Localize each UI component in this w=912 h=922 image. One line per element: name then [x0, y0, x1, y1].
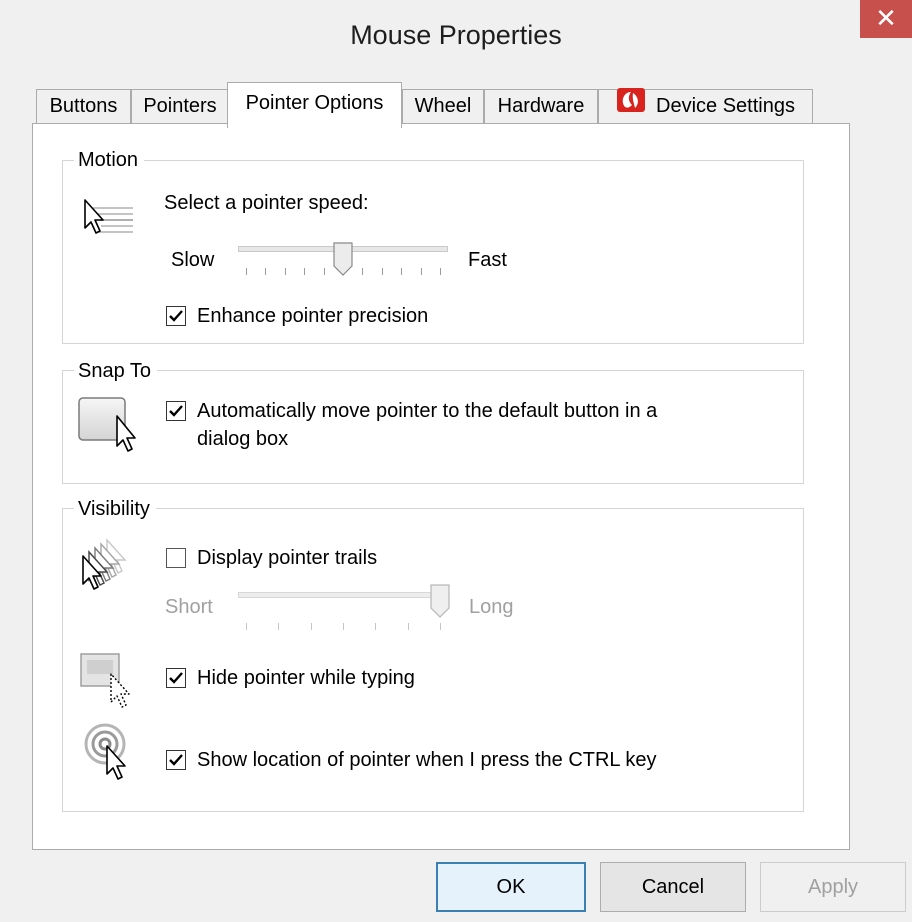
synaptics-icon — [616, 87, 646, 123]
tab-label: Pointer Options — [245, 92, 384, 114]
snap-to-label-line2: dialog box — [197, 428, 289, 450]
slider-tick — [440, 268, 441, 275]
pointer-speed-icon — [77, 196, 137, 251]
hide-pointer-label: Hide pointer while typing — [197, 667, 415, 689]
slider-tick — [401, 268, 402, 275]
motion-group-label: Motion — [74, 149, 145, 171]
slider-tick — [375, 623, 376, 630]
tab-pointers[interactable]: Pointers — [131, 89, 229, 123]
snap-to-label-line1: Automatically move pointer to the defaul… — [197, 400, 658, 422]
slider-tick — [246, 623, 247, 630]
tab-panel-pointer-options: Motion Select a pointer speed: Slow Fast… — [32, 123, 850, 850]
snap-to-icon — [77, 396, 147, 467]
cancel-button[interactable]: Cancel — [600, 862, 746, 912]
slider-tick — [304, 268, 305, 275]
pointer-location-icon — [83, 722, 143, 787]
slider-ticks — [238, 623, 448, 630]
show-location-label: Show location of pointer when I press th… — [197, 749, 657, 771]
slider-tick — [362, 268, 363, 275]
trail-length-slider[interactable] — [238, 584, 450, 630]
tab-pointer-options[interactable]: Pointer Options — [227, 82, 402, 128]
long-label: Long — [469, 596, 514, 618]
tab-label: Hardware — [497, 95, 585, 117]
pointer-trails-icon — [77, 536, 143, 601]
hide-pointer-icon — [79, 648, 141, 717]
tab-label: Buttons — [49, 95, 118, 117]
slider-tick — [311, 623, 312, 630]
slider-tick — [285, 268, 286, 275]
title-bar: Mouse Properties ✕ — [0, 0, 912, 70]
slider-tick — [265, 268, 266, 275]
show-location-checkbox[interactable] — [166, 750, 186, 770]
slider-thumb[interactable] — [333, 242, 353, 281]
visibility-group-label: Visibility — [74, 498, 156, 520]
slider-tick — [421, 268, 422, 275]
enhance-precision-checkbox[interactable] — [166, 306, 186, 326]
close-button[interactable]: ✕ — [860, 0, 912, 38]
tab-device-settings[interactable]: Device Settings — [598, 87, 813, 123]
close-icon: ✕ — [875, 3, 897, 33]
tab-hardware[interactable]: Hardware — [484, 89, 598, 123]
hide-pointer-checkbox[interactable] — [166, 668, 186, 688]
window-title: Mouse Properties — [350, 20, 562, 50]
pointer-trails-checkbox[interactable] — [166, 548, 186, 568]
apply-button[interactable]: Apply — [760, 862, 906, 912]
fast-label: Fast — [468, 249, 507, 271]
slider-tick — [246, 268, 247, 275]
slider-tick — [382, 268, 383, 275]
slider-track — [238, 592, 448, 598]
slider-tick — [324, 268, 325, 275]
slider-tick — [408, 623, 409, 630]
short-label: Short — [165, 596, 213, 618]
pointer-trails-label: Display pointer trails — [197, 547, 378, 569]
pointer-speed-label: Select a pointer speed: — [164, 192, 369, 214]
slider-tick — [343, 623, 344, 630]
tab-label: Wheel — [414, 95, 472, 117]
tab-label: Device Settings — [656, 95, 795, 117]
enhance-precision-label: Enhance pointer precision — [197, 305, 429, 327]
slider-thumb[interactable] — [430, 584, 450, 623]
ok-button[interactable]: OK — [436, 862, 586, 912]
snap-to-group-label: Snap To — [74, 360, 158, 382]
tab-wheel[interactable]: Wheel — [402, 89, 484, 123]
slow-label: Slow — [171, 249, 215, 271]
slider-tick — [278, 623, 279, 630]
tab-label: Pointers — [143, 95, 217, 117]
tab-buttons[interactable]: Buttons — [36, 89, 131, 123]
snap-to-checkbox[interactable] — [166, 401, 186, 421]
pointer-speed-slider[interactable] — [238, 242, 448, 278]
snap-to-group — [62, 370, 804, 484]
slider-tick — [440, 623, 441, 630]
